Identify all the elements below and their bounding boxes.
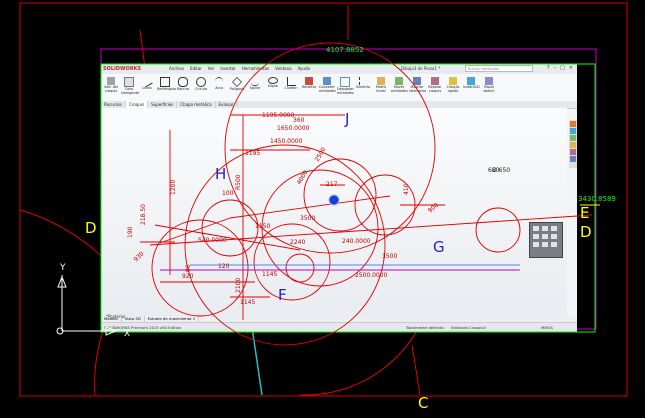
- dim-218-50: 218.50: [140, 204, 147, 225]
- big-circle-top: [224, 42, 436, 254]
- label-g: G: [433, 238, 445, 256]
- dim-1195: 1195: [245, 150, 260, 157]
- dim-2500: 2500: [314, 146, 328, 163]
- label-e: E: [580, 204, 589, 222]
- view-orientation-label: *Posterior: [106, 314, 126, 319]
- circle-left: [201, 199, 259, 257]
- dim-r500: R500: [235, 174, 242, 190]
- dim-2100: 2100: [235, 278, 242, 293]
- cad-overlay-drawing: H J D D E F G C 4107.8852 3430.8589 360 …: [57, 42, 616, 412]
- dim-1450-0000: 1450.0000: [270, 138, 303, 145]
- dim-900: 900: [427, 202, 440, 215]
- blue-selected-point[interactable]: [328, 194, 340, 206]
- label-c: C: [418, 394, 428, 412]
- circle-small-bottom: [285, 253, 315, 283]
- dim-4000: 4000: [296, 169, 310, 186]
- dim-930: 930: [132, 250, 145, 263]
- dim-90: 90: [185, 264, 192, 272]
- dim-1145: 1145: [240, 299, 255, 306]
- axis-x-label: X: [124, 329, 130, 339]
- dim-3500-b: 3500: [300, 215, 315, 222]
- dim-1200: 1200: [170, 180, 177, 195]
- label-d-left: D: [85, 219, 97, 237]
- dim-phi-650: Ø 650: [492, 167, 510, 174]
- coord-top: 4107.8852: [326, 46, 364, 54]
- dim-3500: 3500: [382, 253, 397, 260]
- dim-1145-b: 1145: [262, 271, 277, 278]
- dim-540-0000: 540.0000: [198, 237, 227, 244]
- circle-far-right: [475, 207, 521, 253]
- dim-410: 410: [403, 183, 410, 195]
- label-f: F: [278, 286, 287, 304]
- label-d-right: D: [580, 223, 592, 241]
- dim-190: 190: [127, 226, 134, 238]
- dim-2500-0000: 2500.0000: [355, 272, 388, 279]
- green-frame: [100, 63, 596, 333]
- dim-920: 920: [182, 273, 194, 280]
- circle-lower-left: [151, 219, 249, 317]
- dim-360: 360: [293, 117, 305, 124]
- dim-217: 217: [326, 181, 338, 188]
- cad-viewport[interactable]: SOLIDWORKS Archivo Editar Ver Insertar H…: [0, 0, 645, 418]
- dim-100: 100: [222, 190, 234, 197]
- axis-y-label: Y: [59, 263, 66, 273]
- dim-1195-0000: 1195.0000: [262, 112, 295, 119]
- dim-2240: 2240: [290, 239, 305, 246]
- dim-1150: 1150: [255, 223, 270, 230]
- dim-120: 120: [218, 263, 230, 270]
- label-h: H: [215, 165, 226, 183]
- coord-right: 3430.8589: [578, 195, 616, 203]
- dim-240-0000: 240.0000: [342, 238, 371, 245]
- label-j: J: [344, 110, 349, 128]
- dim-1650-0000: 1650.0000: [277, 125, 310, 132]
